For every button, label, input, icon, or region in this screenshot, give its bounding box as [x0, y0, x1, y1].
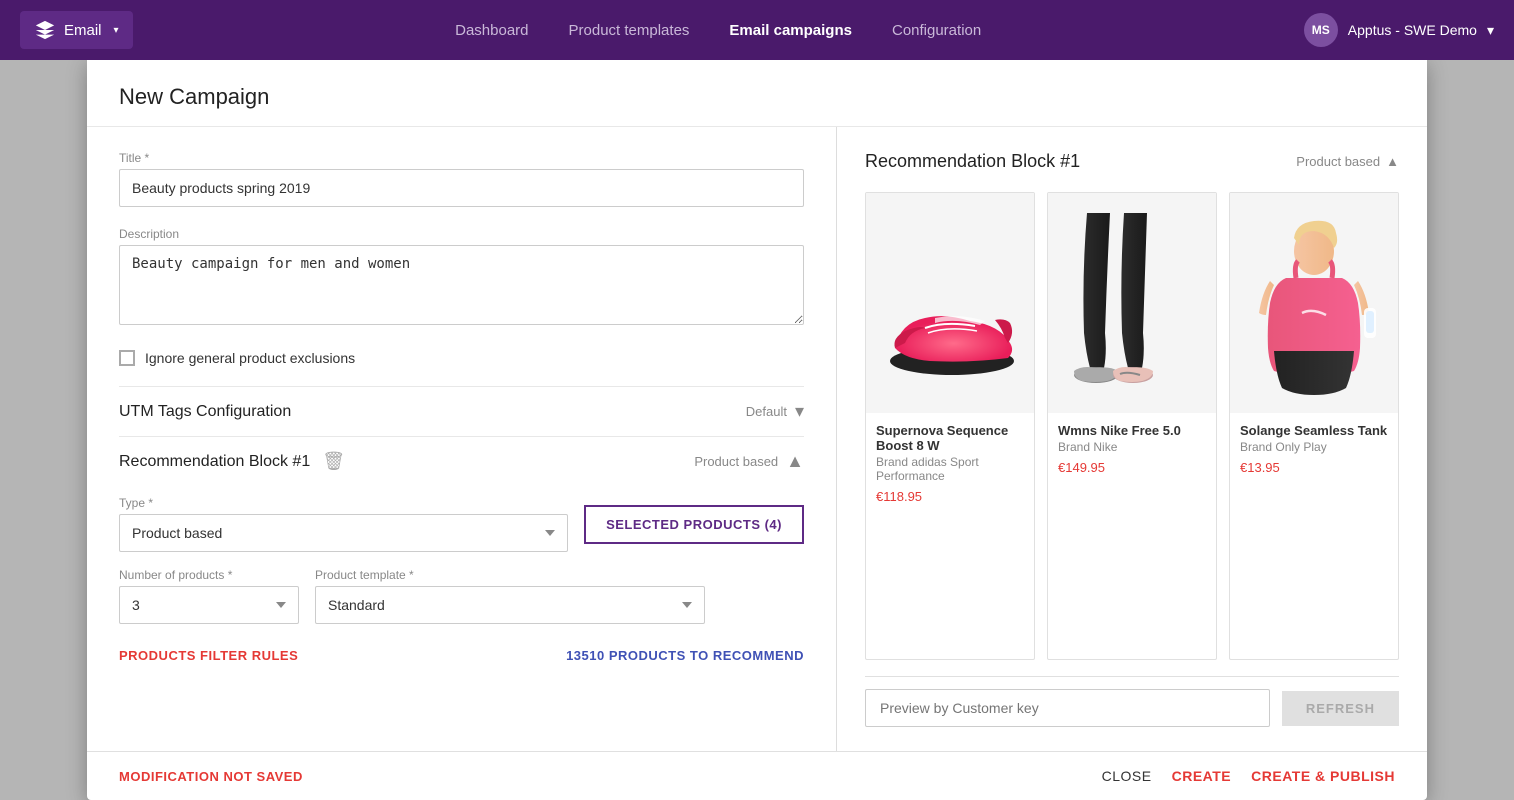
preview-header: Recommendation Block #1 Product based ▲ — [865, 151, 1399, 172]
rec-block-title-area: Recommendation Block #1 🗑 — [119, 451, 345, 472]
nav-product-templates[interactable]: Product templates — [569, 22, 690, 39]
description-label: Description — [119, 227, 804, 241]
nav-dashboard[interactable]: Dashboard — [455, 22, 528, 39]
close-button[interactable]: CLOSE — [1102, 768, 1152, 784]
user-dropdown-icon: ▾ — [1487, 22, 1494, 39]
preview-chevron-icon: ▲ — [1386, 154, 1399, 169]
user-menu[interactable]: MS Apptus - SWE Demo ▾ — [1304, 13, 1494, 47]
ignore-exclusions-row: Ignore general product exclusions — [119, 350, 804, 366]
product-price-3: €13.95 — [1240, 460, 1388, 475]
modal-body: Title * Description Beauty campaign for … — [87, 127, 1427, 751]
trash-icon[interactable]: 🗑 — [322, 451, 345, 472]
type-select[interactable]: Product based — [119, 514, 568, 552]
page-background: New Campaign Title * Description Beauty … — [0, 60, 1514, 800]
product-card-3: Solange Seamless Tank Brand Only Play €1… — [1229, 192, 1399, 660]
modal-footer: MODIFICATION NOT SAVED CLOSE CREATE CREA… — [87, 751, 1427, 800]
product-image-1 — [866, 193, 1034, 413]
product-params-row: Number of products * 3 Product template … — [119, 568, 804, 624]
customer-key-input[interactable] — [865, 689, 1270, 727]
product-brand-1: Brand adidas Sport Performance — [876, 455, 1024, 483]
type-label: Type * — [119, 496, 568, 510]
product-image-3 — [1230, 193, 1398, 413]
top-navigation: Email ▾ Dashboard Product templates Emai… — [0, 0, 1514, 60]
preview-title: Recommendation Block #1 — [865, 151, 1080, 172]
product-brand-2: Brand Nike — [1058, 440, 1206, 454]
filter-rules-row: PRODUCTS FILTER RULES 13510 PRODUCTS TO … — [119, 640, 804, 671]
ignore-exclusions-checkbox[interactable] — [119, 350, 135, 366]
rec-block-header: Recommendation Block #1 🗑 Product based … — [119, 436, 804, 486]
product-info-2: Wmns Nike Free 5.0 Brand Nike €149.95 — [1048, 413, 1216, 489]
avatar: MS — [1304, 13, 1338, 47]
utm-section-header[interactable]: UTM Tags Configuration Default ▾ — [119, 386, 804, 436]
app-name-label: Email — [64, 22, 102, 39]
selected-products-button[interactable]: SELECTED PRODUCTS (4) — [584, 505, 804, 544]
create-publish-button[interactable]: CREATE & PUBLISH — [1251, 768, 1395, 784]
new-campaign-modal: New Campaign Title * Description Beauty … — [87, 60, 1427, 800]
app-dropdown-icon: ▾ — [114, 25, 119, 36]
preview-tag-row: Product based ▲ — [1296, 154, 1399, 169]
num-products-select[interactable]: 3 — [119, 586, 299, 624]
description-input[interactable]: Beauty campaign for men and women — [119, 245, 804, 325]
product-template-group: Product template * Standard — [315, 568, 705, 624]
product-card-2: Wmns Nike Free 5.0 Brand Nike €149.95 — [1047, 192, 1217, 660]
ignore-exclusions-label: Ignore general product exclusions — [145, 350, 355, 366]
shoe-svg — [870, 213, 1030, 393]
title-input[interactable] — [119, 169, 804, 207]
nav-email-campaigns[interactable]: Email campaigns — [729, 22, 852, 39]
description-group: Description Beauty campaign for men and … — [119, 227, 804, 330]
footer-actions: CLOSE CREATE CREATE & PUBLISH — [1102, 768, 1395, 784]
app-logo-icon — [34, 19, 56, 41]
product-template-select[interactable]: Standard — [315, 586, 705, 624]
modification-status: MODIFICATION NOT SAVED — [119, 769, 303, 784]
utm-section-right: Default ▾ — [746, 401, 804, 422]
product-name-3: Solange Seamless Tank — [1240, 423, 1388, 438]
product-card-1: Supernova Sequence Boost 8 W Brand adida… — [865, 192, 1035, 660]
user-name: Apptus - SWE Demo — [1348, 22, 1477, 38]
type-row: Type * Product based SELECTED PRODUCTS (… — [119, 496, 804, 552]
utm-chevron-icon: ▾ — [795, 401, 804, 422]
product-name-2: Wmns Nike Free 5.0 — [1058, 423, 1206, 438]
type-select-wrapper: Type * Product based — [119, 496, 568, 552]
nav-configuration[interactable]: Configuration — [892, 22, 981, 39]
product-price-2: €149.95 — [1058, 460, 1206, 475]
leggings-svg — [1052, 213, 1212, 393]
product-template-label: Product template * — [315, 568, 705, 582]
products-count: 13510 PRODUCTS TO RECOMMEND — [566, 648, 804, 663]
num-products-label: Number of products * — [119, 568, 299, 582]
title-group: Title * — [119, 151, 804, 207]
preview-footer: REFRESH — [865, 676, 1399, 727]
tank-svg — [1234, 203, 1394, 403]
filter-rules-link[interactable]: PRODUCTS FILTER RULES — [119, 648, 298, 663]
products-grid: Supernova Sequence Boost 8 W Brand adida… — [865, 192, 1399, 660]
product-brand-3: Brand Only Play — [1240, 440, 1388, 454]
rec-block-chevron-icon[interactable]: ▲ — [786, 451, 804, 472]
product-info-3: Solange Seamless Tank Brand Only Play €1… — [1230, 413, 1398, 489]
left-panel: Title * Description Beauty campaign for … — [87, 127, 837, 751]
nav-links: Dashboard Product templates Email campai… — [455, 22, 981, 39]
modal-title: New Campaign — [119, 84, 1395, 110]
product-price-1: €118.95 — [876, 489, 1024, 504]
utm-tag: Default — [746, 404, 787, 419]
product-image-2 — [1048, 193, 1216, 413]
email-app-button[interactable]: Email ▾ — [20, 11, 133, 49]
preview-tag-label: Product based — [1296, 154, 1380, 169]
product-info-1: Supernova Sequence Boost 8 W Brand adida… — [866, 413, 1034, 518]
rec-block-content: Type * Product based SELECTED PRODUCTS (… — [119, 486, 804, 681]
num-products-group: Number of products * 3 — [119, 568, 299, 624]
rec-block-right: Product based ▲ — [694, 451, 804, 472]
refresh-button[interactable]: REFRESH — [1282, 691, 1399, 726]
right-panel: Recommendation Block #1 Product based ▲ — [837, 127, 1427, 751]
modal-header: New Campaign — [87, 60, 1427, 127]
create-button[interactable]: CREATE — [1172, 768, 1232, 784]
product-name-1: Supernova Sequence Boost 8 W — [876, 423, 1024, 453]
utm-title: UTM Tags Configuration — [119, 403, 291, 421]
rec-block-title: Recommendation Block #1 — [119, 453, 310, 471]
title-label: Title * — [119, 151, 804, 165]
rec-block-tag: Product based — [694, 454, 778, 469]
